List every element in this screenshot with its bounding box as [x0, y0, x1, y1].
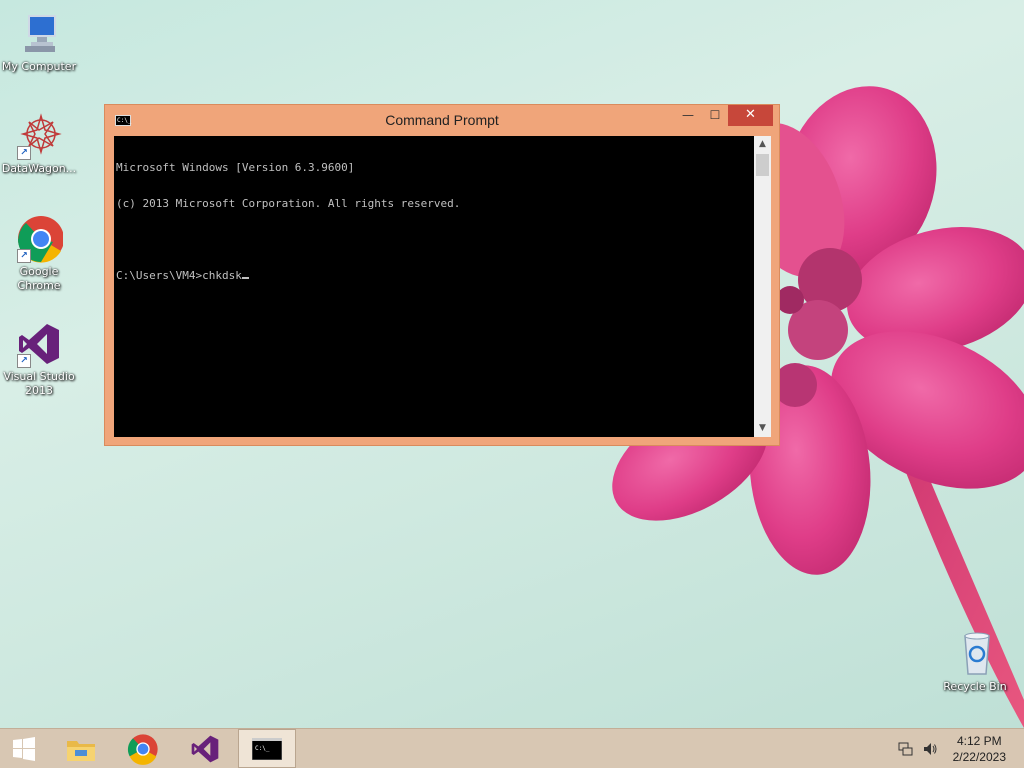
console-line: Microsoft Windows [Version 6.3.9600]: [116, 161, 355, 174]
console-output[interactable]: Microsoft Windows [Version 6.3.9600] (c)…: [114, 136, 754, 437]
visual-studio-icon: ↗: [15, 320, 63, 368]
console-command: C:\Users\VM4>chkdsk: [116, 269, 242, 282]
taskbar-visual-studio[interactable]: [176, 729, 234, 768]
windows-logo-icon: [13, 736, 35, 761]
desktop: My Computer ↗ DataWagon... ↗ Google Chro…: [0, 0, 1024, 728]
desktop-icon-label: Visual Studio 2013: [3, 370, 75, 397]
scroll-down-icon[interactable]: ▼: [754, 420, 771, 437]
close-button[interactable]: ✕: [728, 105, 773, 126]
shortcut-arrow-icon: ↗: [17, 249, 31, 263]
desktop-icon-google-chrome[interactable]: ↗ Google Chrome: [0, 215, 78, 293]
taskbar-file-explorer[interactable]: [52, 729, 110, 768]
scrollbar-thumb[interactable]: [756, 154, 769, 176]
desktop-icon-my-computer[interactable]: My Computer: [0, 10, 78, 74]
vertical-scrollbar[interactable]: ▲ ▼: [754, 136, 771, 437]
window-titlebar[interactable]: C:\_ Command Prompt — ☐ ✕: [105, 105, 779, 135]
clock-time: 4:12 PM: [956, 734, 1002, 748]
desktop-icon-recycle-bin[interactable]: Recycle Bin: [936, 630, 1014, 694]
console-line: (c) 2013 Microsoft Corporation. All righ…: [116, 197, 461, 210]
desktop-icon-label: Google Chrome: [17, 265, 61, 292]
desktop-icon-label: Recycle Bin: [943, 680, 1007, 693]
visual-studio-icon: [191, 735, 219, 762]
recycle-bin-icon: [951, 630, 999, 678]
desktop-icon-datawagon[interactable]: ↗ DataWagon...: [0, 112, 78, 176]
taskbar-command-prompt[interactable]: C:\_: [238, 729, 296, 768]
cmd-icon: C:\_: [252, 737, 282, 760]
command-prompt-window[interactable]: C:\_ Command Prompt — ☐ ✕ Microsoft Wind…: [104, 104, 780, 446]
volume-icon[interactable]: [922, 741, 938, 757]
maximize-button[interactable]: ☐: [702, 105, 728, 126]
console-prompt-line: C:\Users\VM4>chkdsk: [116, 270, 754, 282]
shortcut-arrow-icon: ↗: [17, 146, 31, 160]
shortcut-arrow-icon: ↗: [17, 354, 31, 368]
taskbar-chrome[interactable]: [114, 729, 172, 768]
desktop-icon-visual-studio[interactable]: ↗ Visual Studio 2013: [0, 320, 78, 398]
datawagon-icon: ↗: [15, 112, 63, 160]
folder-icon: [67, 740, 95, 761]
clock[interactable]: 4:12 PM 2/22/2023: [953, 733, 1006, 765]
start-button[interactable]: [0, 729, 48, 768]
chrome-icon: [127, 733, 158, 765]
computer-icon: [15, 10, 63, 58]
desktop-icon-label: DataWagon...: [1, 162, 77, 175]
desktop-icon-label: My Computer: [1, 60, 77, 73]
taskbar: C:\_ 4:12 PM 2/22/2023: [0, 728, 1024, 768]
clock-date: 2/22/2023: [952, 750, 1006, 764]
scroll-up-icon[interactable]: ▲: [754, 136, 771, 153]
text-cursor: [241, 277, 249, 279]
network-icon[interactable]: [898, 741, 914, 757]
svg-text:C:\_: C:\_: [255, 745, 270, 752]
minimize-button[interactable]: —: [675, 105, 701, 126]
chrome-icon: ↗: [15, 215, 64, 263]
